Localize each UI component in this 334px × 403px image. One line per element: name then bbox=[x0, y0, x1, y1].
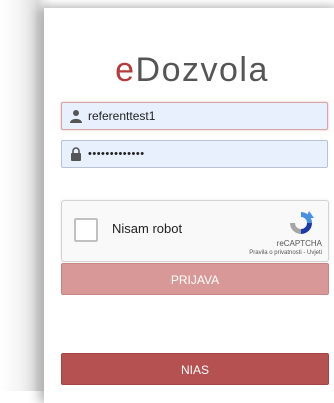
login-button[interactable]: PRIJAVA bbox=[61, 263, 329, 295]
username-value: referenttest1 bbox=[88, 109, 156, 123]
username-field[interactable]: referenttest1 bbox=[61, 102, 328, 130]
recaptcha-label: Nisam robot bbox=[112, 221, 183, 236]
recaptcha-links[interactable]: Pravila o privatnosti - Uvjeti bbox=[249, 250, 322, 256]
recaptcha-checkbox[interactable] bbox=[74, 218, 98, 242]
app-logo: eDozvola bbox=[44, 50, 334, 90]
login-card: eDozvola referenttest1 ••••••••••••• Nis… bbox=[44, 8, 334, 403]
nias-button[interactable]: NIAS bbox=[61, 353, 329, 385]
logo-accent: e bbox=[115, 51, 136, 89]
logo-text: Dozvola bbox=[135, 51, 269, 89]
lock-icon bbox=[71, 147, 81, 161]
recaptcha-logo-icon bbox=[290, 211, 314, 234]
recaptcha-widget: Nisam robot reCAPTCHA Pravila o privatno… bbox=[61, 200, 329, 262]
user-icon bbox=[70, 110, 82, 123]
password-value: ••••••••••••• bbox=[88, 148, 145, 160]
recaptcha-brand: reCAPTCHA bbox=[276, 239, 322, 248]
password-field[interactable]: ••••••••••••• bbox=[61, 140, 328, 168]
